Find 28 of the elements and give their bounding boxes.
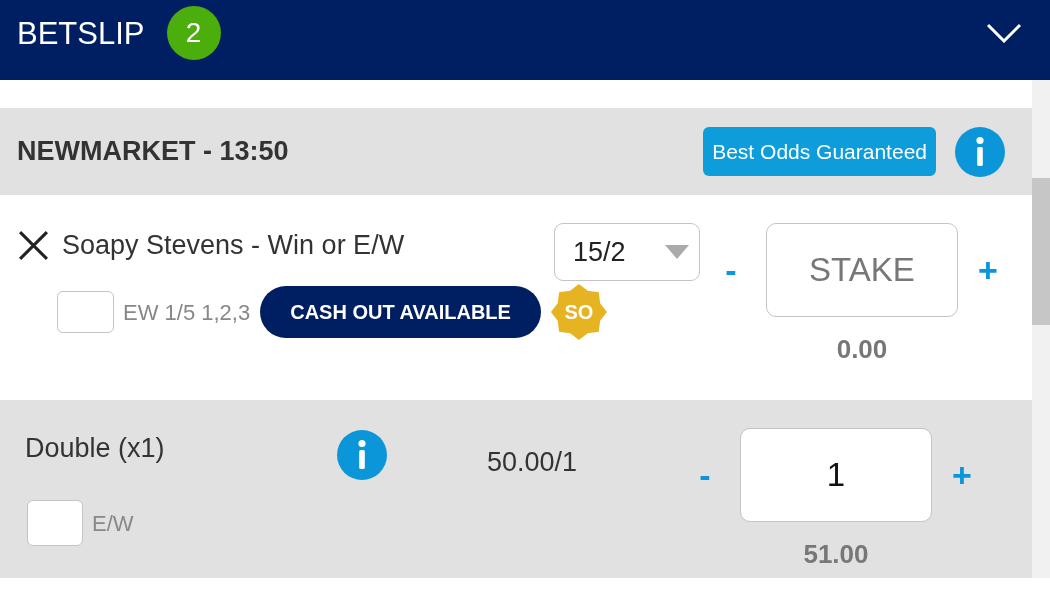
each-way-terms: EW 1/5 1,2,3 [123, 298, 251, 327]
cash-out-badge: CASH OUT AVAILABLE [260, 286, 541, 338]
close-icon[interactable] [17, 229, 50, 262]
betslip-title: BETSLIP [17, 17, 145, 49]
scrollbar-thumb[interactable] [1032, 178, 1050, 325]
chevron-down-icon[interactable] [986, 23, 1022, 43]
stake-input[interactable]: STAKE [766, 223, 958, 317]
checkbox[interactable] [27, 500, 83, 546]
checkbox[interactable] [57, 291, 114, 333]
bet-type-name: Double (x1) [25, 432, 165, 465]
returns-amount: 51.00 [803, 539, 869, 571]
each-way-label: E/W [92, 509, 134, 538]
odds-dropdown[interactable]: 15/2 [554, 223, 700, 281]
odds-text: 50.00/1 [487, 447, 578, 477]
increase-button[interactable]: + [978, 253, 998, 287]
offer-badge: Best Odds Guaranteed [703, 127, 936, 176]
decrease-button[interactable]: - [725, 253, 737, 287]
event-title: NEWMARKET - 13:50 [17, 135, 289, 169]
info-icon[interactable] [337, 430, 387, 480]
increase-button[interactable]: + [952, 458, 972, 492]
returns-amount: 0.00 [836, 334, 888, 366]
seal-badge: SO [550, 284, 607, 340]
stake-input[interactable]: 1 [740, 428, 932, 522]
caret-icon [665, 245, 689, 259]
selection-name: Soapy Stevens - Win or E/W [62, 229, 405, 263]
count-badge: 2 [166, 6, 221, 60]
info-icon[interactable] [955, 126, 1005, 177]
decrease-button[interactable]: - [699, 458, 711, 492]
